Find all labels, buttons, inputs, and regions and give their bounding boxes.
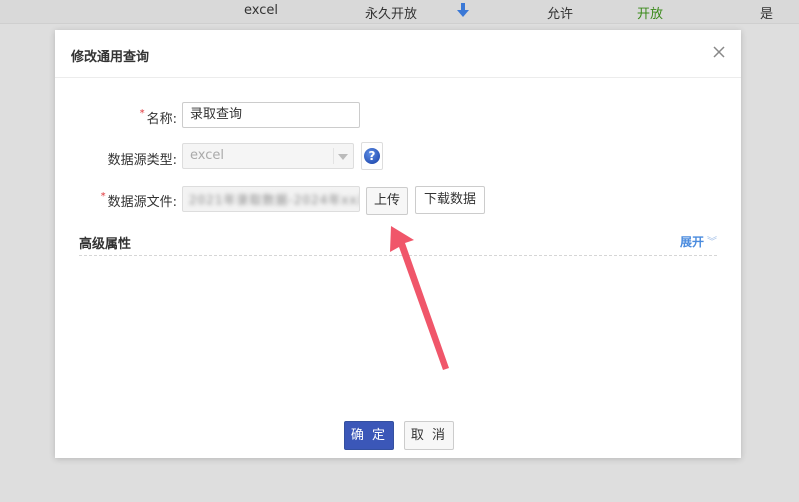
cancel-button[interactable]: 取 消	[404, 421, 454, 450]
required-mark: *	[139, 108, 145, 119]
source-file-input[interactable]: 2021年录取数据-2024年xx月-xx日	[182, 186, 360, 212]
section-divider	[79, 255, 717, 256]
help-icon: ?	[364, 148, 380, 164]
chevron-down-double-icon: ︾	[707, 237, 717, 248]
cell-type: excel	[244, 3, 278, 18]
name-input[interactable]: 录取查询	[182, 102, 360, 128]
arrow-down-icon[interactable]	[457, 2, 469, 18]
help-button[interactable]: ?	[361, 142, 383, 170]
confirm-button[interactable]: 确 定	[344, 421, 394, 450]
close-icon[interactable]	[711, 44, 727, 60]
edit-query-dialog: 修改通用查询 * 名称: 录取查询 数据源类型: excel ? * 数据源文件: …	[55, 30, 741, 458]
source-type-value: excel	[190, 148, 224, 163]
source-type-label: 数据源类型:	[107, 153, 177, 168]
source-file-value: 2021年录取数据-2024年xx月-xx日	[189, 193, 359, 207]
expand-link[interactable]: 展开 ︾	[680, 233, 717, 250]
name-label: * 名称:	[139, 108, 177, 127]
advanced-section-title: 高级属性	[79, 237, 132, 252]
cell-status: 开放	[637, 7, 664, 22]
dialog-title: 修改通用查询	[71, 50, 150, 65]
cell-flag: 是	[760, 7, 774, 22]
dialog-header: 修改通用查询	[55, 30, 741, 78]
download-data-button[interactable]: 下载数据	[415, 186, 485, 214]
source-type-select: excel	[182, 143, 354, 169]
upload-button[interactable]: 上传	[366, 187, 408, 215]
cell-validity: 永久开放	[365, 7, 418, 22]
required-mark: *	[100, 191, 106, 202]
chevron-down-icon	[338, 154, 348, 160]
source-file-label: * 数据源文件:	[100, 191, 177, 210]
table-row: excel 永久开放 允许 开放 是	[0, 0, 799, 24]
cell-permission: 允许	[547, 7, 574, 22]
